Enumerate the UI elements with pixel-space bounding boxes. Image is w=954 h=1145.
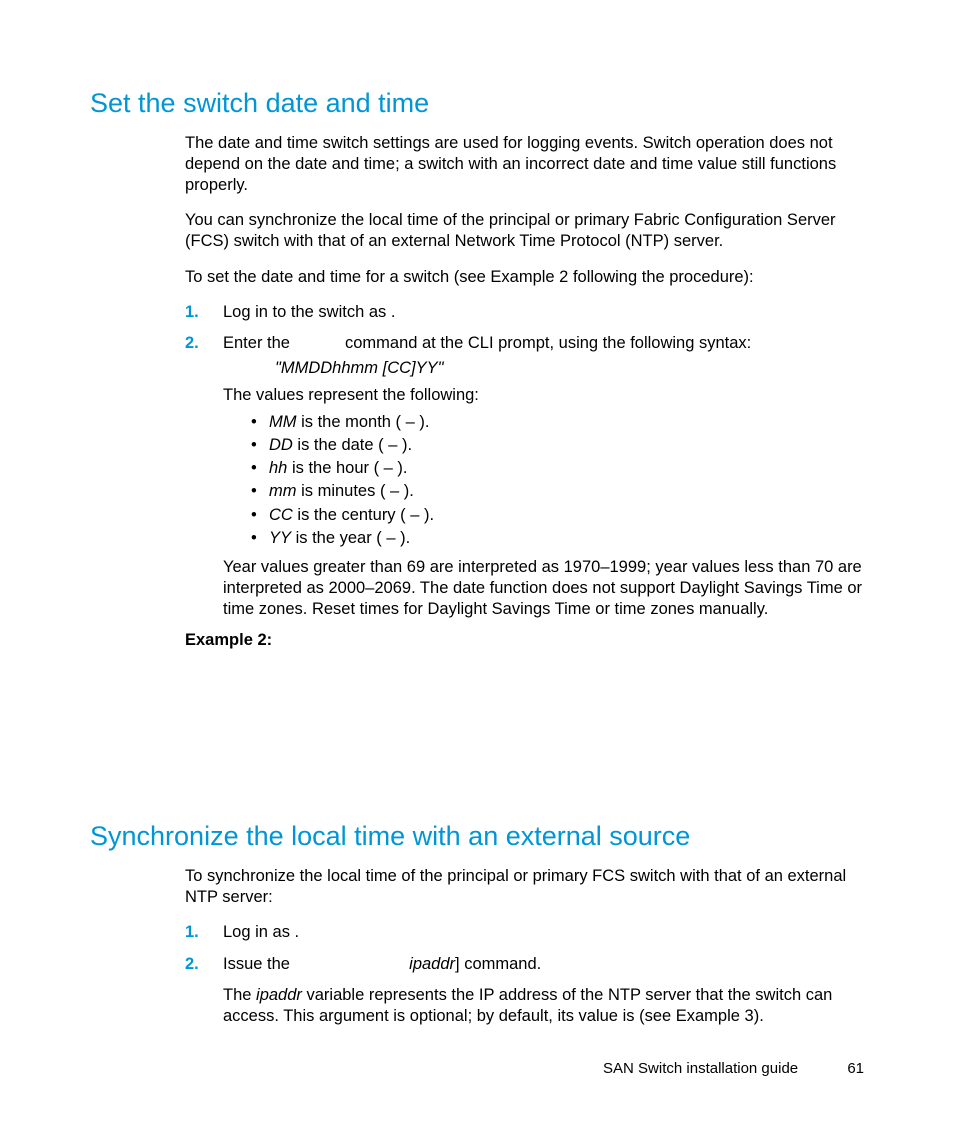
bullet-item: hh is the hour ( – ). [251,458,864,479]
paragraph: The date and time switch settings are us… [185,133,864,196]
page-number: 61 [847,1060,864,1077]
paragraph: The values represent the following: [223,385,864,406]
paragraph: To set the date and time for a switch (s… [185,267,864,288]
step-text: Log in to the switch as . [223,303,395,321]
step-text: Log in as . [223,923,299,941]
step-text: Enter the command at the CLI prompt, usi… [223,334,751,352]
list-item: 2. Enter the command at the CLI prompt, … [185,333,864,620]
list-item: 2. Issue the ipaddr] command. The ipaddr… [185,954,864,1027]
section1-body: The date and time switch settings are us… [185,133,864,651]
step-number: 2. [185,954,199,975]
bullet-item: MM is the month ( – ). [251,412,864,433]
example-label: Example 2: [185,630,864,651]
paragraph: You can synchronize the local time of th… [185,210,864,252]
list-item: 1. Log in as . [185,922,864,943]
step-number: 1. [185,302,199,323]
syntax-text: "MMDDhhmm [CC]YY" [275,358,864,379]
bullet-item: YY is the year ( – ). [251,528,864,549]
document-page: Set the switch date and time The date an… [0,0,954,1027]
step-text: Issue the ipaddr] command. [223,955,541,973]
step-number: 1. [185,922,199,943]
paragraph: The ipaddr variable represents the IP ad… [223,985,864,1027]
bullet-item: CC is the century ( – ). [251,505,864,526]
bullet-item: mm is minutes ( – ). [251,481,864,502]
paragraph: To synchronize the local time of the pri… [185,866,864,908]
section2-body: To synchronize the local time of the pri… [185,866,864,1027]
footer-title: SAN Switch installation guide [603,1060,798,1077]
heading-sync-local-time: Synchronize the local time with an exter… [90,821,864,852]
bullet-item: DD is the date ( – ). [251,435,864,456]
heading-set-date-time: Set the switch date and time [90,88,864,119]
step-number: 2. [185,333,199,354]
example-block: Example 2: [185,630,864,651]
procedure-list: 1. Log in to the switch as . 2. Enter th… [185,302,864,620]
procedure-list: 1. Log in as . 2. Issue the ipaddr] comm… [185,922,864,1026]
value-bullets: MM is the month ( – ). DD is the date ( … [223,412,864,549]
list-item: 1. Log in to the switch as . [185,302,864,323]
paragraph: Year values greater than 69 are interpre… [223,557,864,620]
page-footer: SAN Switch installation guide 61 [603,1060,864,1077]
